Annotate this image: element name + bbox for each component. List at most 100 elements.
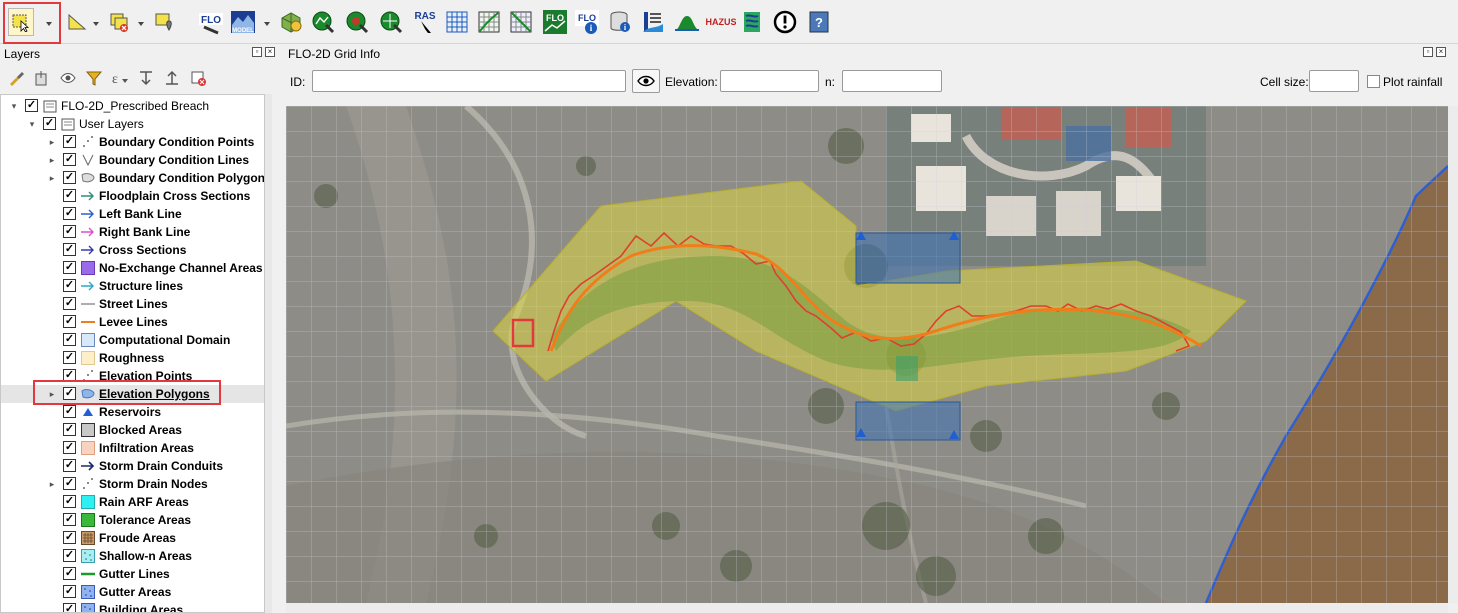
flo2d-settings-icon[interactable]: FLO <box>198 8 224 36</box>
layer-row[interactable]: ▾ ✓ FLO-2D_Prescribed Breach <box>1 97 264 115</box>
float-panel-icon[interactable]: ▫ <box>1423 47 1433 57</box>
layer-visibility-checkbox[interactable]: ✓ <box>63 531 76 544</box>
layer-visibility-checkbox[interactable]: ✓ <box>63 423 76 436</box>
grid-icon[interactable] <box>444 8 470 36</box>
layer-row[interactable]: ▸ ✓ Boundary Condition Lines <box>1 151 264 169</box>
layer-row[interactable]: ✓ Levee Lines <box>1 313 264 331</box>
layer-row[interactable]: ✓ No-Exchange Channel Areas <box>1 259 264 277</box>
close-icon[interactable]: × <box>265 47 275 57</box>
select-by-location-icon[interactable] <box>152 8 178 36</box>
layer-row[interactable]: ✓ Right Bank Line <box>1 223 264 241</box>
layer-row[interactable]: ✓ Tolerance Areas <box>1 511 264 529</box>
layer-row[interactable]: ✓ Computational Domain <box>1 331 264 349</box>
layer-row[interactable]: ✓ Rain ARF Areas <box>1 493 264 511</box>
layer-visibility-checkbox[interactable]: ✓ <box>63 261 76 274</box>
layer-visibility-checkbox[interactable]: ✓ <box>63 603 76 612</box>
select-by-polygon-icon[interactable] <box>64 8 90 36</box>
layer-visibility-checkbox[interactable]: ✓ <box>63 585 76 598</box>
layer-row[interactable]: ✓ Infiltration Areas <box>1 439 264 457</box>
layer-row[interactable]: ✓ Reservoirs <box>1 403 264 421</box>
channel-icon[interactable] <box>476 8 502 36</box>
chevron-right-icon[interactable]: ▸ <box>47 155 57 165</box>
elevation-field[interactable] <box>720 70 819 92</box>
import-gds-icon[interactable] <box>278 8 304 36</box>
layer-visibility-checkbox[interactable]: ✓ <box>63 225 76 238</box>
layer-row[interactable]: ✓ Street Lines <box>1 295 264 313</box>
layer-visibility-checkbox[interactable]: ✓ <box>63 207 76 220</box>
layer-row[interactable]: ✓ Floodplain Cross Sections <box>1 187 264 205</box>
layer-visibility-checkbox[interactable]: ✓ <box>63 171 76 184</box>
visibility-icon[interactable] <box>58 68 78 88</box>
layer-visibility-checkbox[interactable]: ✓ <box>63 441 76 454</box>
layer-visibility-checkbox[interactable]: ✓ <box>25 99 38 112</box>
database-info-icon[interactable]: i <box>608 8 634 36</box>
layer-visibility-checkbox[interactable]: ✓ <box>63 405 76 418</box>
deselect-all-icon[interactable] <box>106 8 132 36</box>
chevron-down-icon[interactable]: ▾ <box>27 119 37 129</box>
map-scrollbar-horizontal[interactable] <box>286 603 1448 613</box>
flo2d-model-icon[interactable]: MODEL <box>230 8 256 36</box>
layer-visibility-checkbox[interactable]: ✓ <box>63 351 76 364</box>
flo-info-icon[interactable]: FLO i <box>574 8 600 36</box>
style-brush-icon[interactable] <box>6 68 26 88</box>
warnings-icon[interactable] <box>772 8 798 36</box>
layer-visibility-checkbox[interactable]: ✓ <box>63 243 76 256</box>
layer-row[interactable]: ▸ ✓ Boundary Condition Points <box>1 133 264 151</box>
chevron-down-icon[interactable] <box>262 18 272 28</box>
layer-visibility-checkbox[interactable]: ✓ <box>63 189 76 202</box>
flo-export-icon[interactable]: FLO <box>542 8 568 36</box>
layer-visibility-checkbox[interactable]: ✓ <box>43 117 56 130</box>
hazus-icon[interactable]: HAZUS <box>706 8 736 36</box>
grid-tools-icon[interactable] <box>378 8 404 36</box>
id-field[interactable] <box>312 70 626 92</box>
layer-visibility-checkbox[interactable]: ✓ <box>63 513 76 526</box>
plot-rainfall-checkbox[interactable] <box>1367 75 1380 88</box>
layer-row[interactable]: ▾ ✓ User Layers <box>1 115 264 133</box>
map-scrollbar-vertical[interactable] <box>1448 106 1458 603</box>
cell-size-field[interactable] <box>1309 70 1359 92</box>
n-field[interactable] <box>842 70 942 92</box>
filter-icon[interactable] <box>84 68 104 88</box>
layer-row[interactable]: ✓ Left Bank Line <box>1 205 264 223</box>
layer-visibility-checkbox[interactable]: ✓ <box>63 567 76 580</box>
layer-row[interactable]: ✓ Shallow-n Areas <box>1 547 264 565</box>
layer-visibility-checkbox[interactable]: ✓ <box>63 477 76 490</box>
help-icon[interactable]: ? <box>806 8 832 36</box>
layer-visibility-checkbox[interactable]: ✓ <box>63 495 76 508</box>
layer-visibility-checkbox[interactable]: ✓ <box>63 459 76 472</box>
layer-row[interactable]: ✓ Froude Areas <box>1 529 264 547</box>
table-icon[interactable] <box>508 8 534 36</box>
chevron-down-icon[interactable] <box>91 18 101 28</box>
layer-row[interactable]: ✓ Blocked Areas <box>1 421 264 439</box>
chevron-down-icon[interactable]: ▾ <box>9 101 19 111</box>
layer-visibility-checkbox[interactable]: ✓ <box>63 153 76 166</box>
map-canvas[interactable] <box>286 106 1448 603</box>
hydrograph-icon[interactable] <box>674 8 700 36</box>
profile-icon[interactable] <box>640 8 666 36</box>
layer-row[interactable]: ✓ Gutter Areas <box>1 583 264 601</box>
layer-row[interactable]: ▸ ✓ Storm Drain Nodes <box>1 475 264 493</box>
layer-visibility-checkbox[interactable]: ✓ <box>63 549 76 562</box>
rainfall-icon[interactable] <box>740 8 766 36</box>
add-group-icon[interactable] <box>32 68 52 88</box>
layer-visibility-checkbox[interactable]: ✓ <box>63 315 76 328</box>
chevron-right-icon[interactable]: ▸ <box>47 173 57 183</box>
layer-visibility-checkbox[interactable]: ✓ <box>63 279 76 292</box>
elevation-sample-icon[interactable] <box>310 8 336 36</box>
chevron-right-icon[interactable]: ▸ <box>47 137 57 147</box>
layer-row[interactable]: ✓ Roughness <box>1 349 264 367</box>
remove-layer-icon[interactable] <box>188 68 208 88</box>
layer-row[interactable]: ✓ Structure lines <box>1 277 264 295</box>
layers-scrollbar[interactable] <box>265 94 272 613</box>
close-icon[interactable]: × <box>1436 47 1446 57</box>
layer-visibility-checkbox[interactable]: ✓ <box>63 135 76 148</box>
layer-row[interactable]: ✓ Storm Drain Conduits <box>1 457 264 475</box>
collapse-all-icon[interactable] <box>162 68 182 88</box>
chevron-down-icon[interactable] <box>136 18 146 28</box>
layer-row[interactable]: ✓ Gutter Lines <box>1 565 264 583</box>
expand-all-icon[interactable] <box>136 68 156 88</box>
eye-icon[interactable] <box>632 69 660 93</box>
float-panel-icon[interactable]: ▫ <box>252 47 262 57</box>
chevron-right-icon[interactable]: ▸ <box>47 479 57 489</box>
layer-row[interactable]: ✓ Building Areas <box>1 601 264 612</box>
